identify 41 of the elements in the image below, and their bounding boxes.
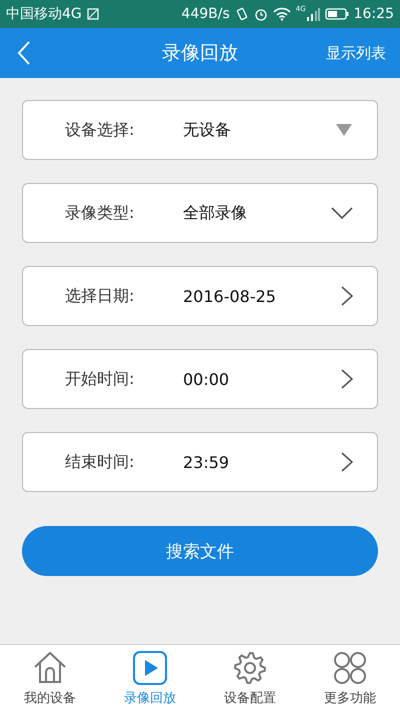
field-value: 无设备 — [183, 120, 232, 140]
form-row[interactable]: 录像类型: 全部录像 — [22, 183, 378, 243]
chevron-left-icon — [16, 40, 32, 66]
circles-icon — [332, 650, 368, 686]
battery-icon — [324, 8, 349, 20]
form-row[interactable]: 结束时间: 23:59 — [22, 432, 378, 492]
clock-time: 16:25 — [354, 6, 394, 22]
carrier-name: 中国移动4G — [6, 5, 82, 23]
chevron-down-icon — [331, 206, 353, 220]
field-label: 开始时间: — [65, 368, 136, 390]
field-value: 23:59 — [183, 452, 230, 472]
settings-icon — [232, 650, 268, 686]
vibrate-icon — [234, 7, 249, 21]
field-value: 00:00 — [183, 370, 230, 388]
home-icon — [32, 650, 68, 686]
field-label: 录像类型: — [65, 202, 136, 224]
chevron-right-icon — [341, 452, 353, 472]
nav-tab[interactable]: 录像回放 — [100, 645, 200, 711]
signal-icon — [306, 7, 320, 21]
play-icon — [132, 650, 168, 686]
chevron-right-icon — [341, 369, 353, 389]
wifi-icon — [272, 7, 291, 21]
dropdown-triangle-icon — [335, 123, 353, 137]
alarm-icon — [254, 7, 268, 21]
nav-tab[interactable]: 更多功能 — [300, 645, 400, 711]
field-label: 选择日期: — [65, 286, 136, 306]
chevron-right-icon — [341, 286, 353, 306]
field-value: 2016-08-25 — [183, 286, 277, 306]
field-value: 全部录像 — [183, 202, 248, 224]
field-label: 设备选择: — [65, 120, 136, 140]
search-button[interactable]: 搜索文件 — [22, 526, 378, 576]
page-title: 录像回放 — [162, 41, 238, 66]
form-row[interactable]: 选择日期: 2016-08-25 — [22, 266, 378, 326]
nav-tab[interactable]: 我的设备 — [0, 645, 100, 711]
nav-tab[interactable]: 设备配置 — [200, 645, 300, 711]
form-row[interactable]: 开始时间: 00:00 — [22, 349, 378, 409]
network-speed: 449B/s — [181, 6, 230, 22]
field-label: 结束时间: — [65, 452, 136, 472]
form-row[interactable]: 设备选择: 无设备 — [22, 100, 378, 160]
show-list-button[interactable]: 显示列表 — [324, 40, 388, 66]
image-icon — [86, 8, 99, 20]
